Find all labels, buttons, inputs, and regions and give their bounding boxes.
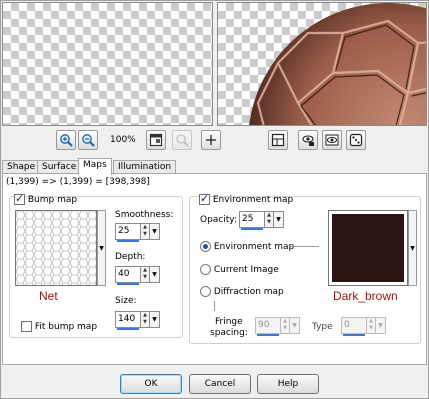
env-option-current-image-radio[interactable] [200,264,211,275]
zoom-out-button[interactable] [78,130,98,150]
zoom-out-icon [82,134,95,147]
zoom-level: 100% [110,135,136,145]
preview-toolbar: 100% [0,130,429,152]
move-cross-icon [206,135,216,145]
tab-shape[interactable]: Shape [2,160,41,174]
material-swatch[interactable] [328,210,408,286]
opacity-input[interactable]: 25 [239,211,265,230]
auto-proof-button[interactable] [298,130,318,150]
proof-button[interactable] [322,130,342,150]
diffraction-connector [214,301,215,311]
type-arrows[interactable]: ▲ ▼ [367,317,376,334]
tab-surface[interactable]: Surface [37,160,82,174]
layout-button[interactable] [268,130,288,150]
option-divider-line [289,246,319,247]
bump-map-checkbox[interactable] [14,192,25,205]
magnifier-icon [176,134,189,147]
zoom-in-icon [60,134,73,147]
depth-input[interactable]: 40 [115,266,141,285]
type-input[interactable]: 0 [341,317,367,336]
dice-icon [349,133,363,147]
cancel-button[interactable]: Cancel [189,374,251,394]
opacity-arrows[interactable]: ▲ ▼ [265,211,274,228]
env-option-diffraction-map-label: Diffraction map [213,287,284,297]
material-dropdown[interactable]: ▼ [408,210,417,286]
spacing-label: spacing: [210,328,248,338]
fringe-spacing-dropdown[interactable]: ▼ [290,317,300,334]
opacity-dropdown[interactable]: ▼ [274,211,284,228]
fringe-spacing-spinner[interactable]: 90 ▲ ▼ ▼ [255,317,300,336]
eye-icon [325,134,339,146]
result-preview [217,2,427,126]
env-option-current-image-label: Current Image [213,265,279,275]
tab-illumination[interactable]: Illumination [113,160,177,174]
size-label: Size: [115,296,137,306]
env-option-environment-map-label: Environment map [213,242,295,252]
material-name: Dark_brown [333,289,398,303]
size-spinner[interactable]: 140 ▲ ▼ ▼ [115,311,160,330]
smoothness-dropdown[interactable]: ▼ [150,223,160,240]
env-option-current-image[interactable]: Current Image [200,264,279,275]
material-color-fill [332,214,404,282]
randomize-button[interactable] [346,130,366,150]
smoothness-label: Smoothness: [115,210,174,220]
type-label: Type [312,322,333,332]
bump-map-swatch[interactable] [15,210,97,286]
type-spinner[interactable]: 0 ▲ ▼ ▼ [341,317,386,336]
env-option-environment-map-radio[interactable] [200,241,211,252]
smoothness-arrows[interactable]: ▲ ▼ [141,223,150,240]
size-arrows[interactable]: ▲ ▼ [141,311,150,328]
bump-map-dropdown[interactable]: ▼ [97,210,106,286]
depth-label: Depth: [115,252,146,262]
fit-bump-map-label: Fit bump map [34,322,98,332]
env-option-diffraction-map-radio[interactable] [200,286,211,297]
net-pattern [16,211,96,285]
bump-map-label: Bump map [27,195,78,205]
zoom-actual-button[interactable] [172,130,192,150]
fit-bump-map-checkbox[interactable] [21,321,32,332]
fit-window-button[interactable] [146,130,166,150]
fit-window-icon [149,133,163,147]
fringe-spacing-arrows[interactable]: ▲ ▼ [281,317,290,334]
help-button[interactable]: Help [257,374,319,394]
ok-button[interactable]: OK [120,374,182,394]
coords-readout: (1,399) => (1,399) = [398,398] [6,177,150,187]
layout-grid-icon [271,133,285,147]
ball-render [249,3,426,125]
original-preview [2,2,213,126]
bump-map-name: Net [39,289,58,303]
opacity-spinner[interactable]: 25 ▲ ▼ ▼ [239,211,284,230]
tab-maps[interactable]: Maps [78,158,112,175]
bump-map-toggle[interactable]: Bump map [14,192,78,205]
smoothness-spinner[interactable]: 25 ▲ ▼ ▼ [115,223,160,242]
environment-map-title: Environment map [212,195,294,205]
eye-lock-icon [302,135,314,146]
size-input[interactable]: 140 [115,311,141,330]
depth-spinner[interactable]: 40 ▲ ▼ ▼ [115,266,160,285]
environment-map-toggle[interactable]: Environment map [199,192,294,205]
fringe-label: Fringe [215,317,243,327]
fringe-spacing-input[interactable]: 90 [255,317,281,336]
opacity-label: Opacity: [200,215,237,225]
fit-bump-map-toggle[interactable]: Fit bump map [21,321,97,332]
pan-button[interactable] [201,130,221,150]
maps-panel: (1,399) => (1,399) = [398,398] Bump map … [2,173,427,365]
zoom-in-button[interactable] [56,130,76,150]
environment-map-checkbox[interactable] [199,192,210,205]
type-dropdown[interactable]: ▼ [376,317,386,334]
depth-dropdown[interactable]: ▼ [150,266,160,283]
env-option-environment-map[interactable]: Environment map [200,241,294,252]
size-dropdown[interactable]: ▼ [150,311,160,328]
smoothness-input[interactable]: 25 [115,223,141,242]
env-option-diffraction-map[interactable]: Diffraction map [200,286,284,297]
depth-arrows[interactable]: ▲ ▼ [141,266,150,283]
